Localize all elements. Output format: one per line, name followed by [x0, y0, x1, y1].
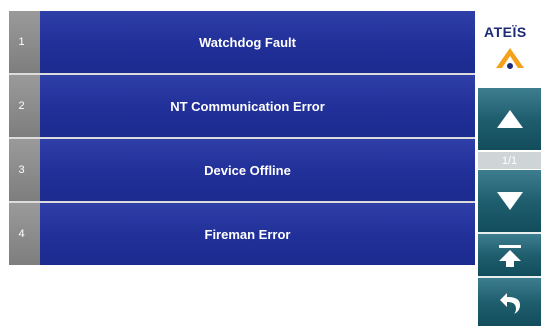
- jump-to-top-button[interactable]: [478, 234, 541, 276]
- alarm-number: 2: [9, 75, 40, 137]
- brand-name: ATEÏS: [484, 24, 527, 40]
- back-button[interactable]: [478, 278, 541, 326]
- alarm-number: 4: [9, 203, 40, 265]
- alarm-label: Fireman Error: [40, 203, 475, 265]
- alarm-label: Device Offline: [40, 139, 475, 201]
- alarm-label: NT Communication Error: [40, 75, 475, 137]
- arrow-up-icon: [496, 110, 523, 128]
- alarm-label: Watchdog Fault: [40, 11, 475, 73]
- logo-chevron-icon: [496, 48, 524, 69]
- alarm-list: 1 Watchdog Fault 2 NT Communication Erro…: [9, 11, 475, 265]
- scroll-down-button[interactable]: [478, 170, 541, 232]
- brand-logo: ATEÏS: [478, 12, 541, 82]
- alarm-number: 3: [9, 139, 40, 201]
- alarm-row-3[interactable]: 3 Device Offline: [9, 139, 475, 203]
- arrow-down-icon: [496, 192, 523, 210]
- alarm-row-1[interactable]: 1 Watchdog Fault: [9, 11, 475, 75]
- alarm-row-4[interactable]: 4 Fireman Error: [9, 203, 475, 265]
- jump-to-top-icon: [498, 245, 521, 267]
- page-indicator: 1/1: [478, 152, 541, 169]
- back-icon: [499, 293, 520, 314]
- scroll-up-button[interactable]: [478, 88, 541, 150]
- alarm-row-2[interactable]: 2 NT Communication Error: [9, 75, 475, 139]
- alarm-number: 1: [9, 11, 40, 73]
